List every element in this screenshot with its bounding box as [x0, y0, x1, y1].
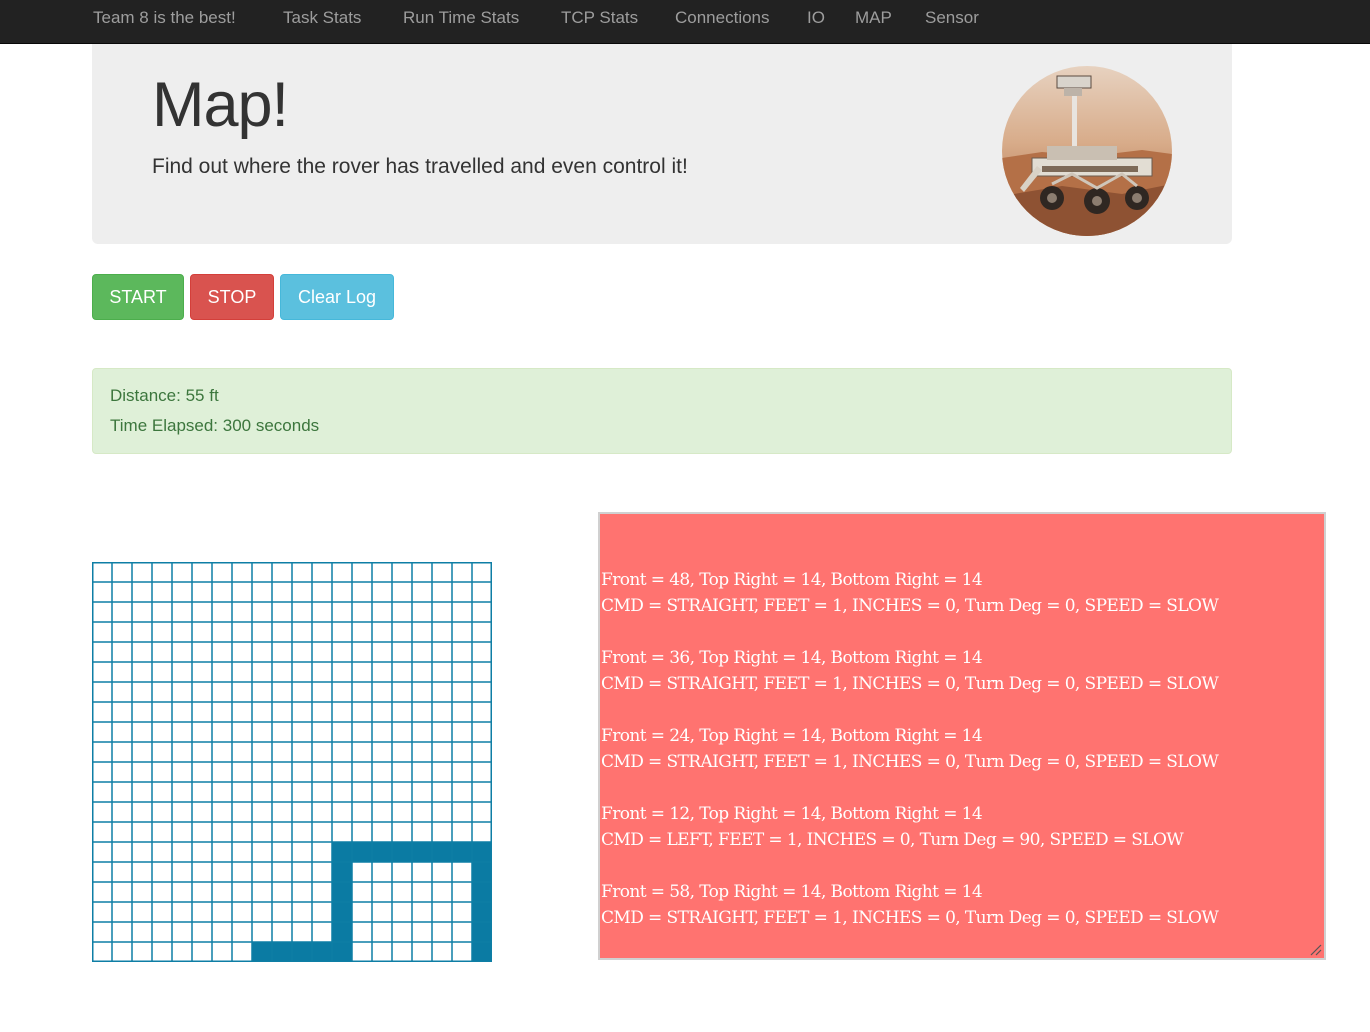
- nav-task-stats[interactable]: Task Stats: [283, 0, 361, 43]
- mars-rover-photo: [1002, 66, 1172, 236]
- log-line: CMD = STRAIGHT, FEET = 1, INCHES = 0, Tu…: [601, 596, 1219, 616]
- nav-run-time-stats[interactable]: Run Time Stats: [403, 0, 519, 43]
- rover-path-cell: [472, 862, 492, 882]
- nav-tcp-stats[interactable]: TCP Stats: [561, 0, 638, 43]
- resize-handle-icon[interactable]: [1308, 942, 1322, 956]
- rover-path-cell: [332, 922, 352, 942]
- rover-path-cell: [332, 842, 352, 862]
- page-subtitle: Find out where the rover has travelled a…: [152, 155, 688, 178]
- log-blank-line: [601, 775, 1324, 801]
- log-blank-line: [601, 853, 1324, 879]
- rover-path-cell: [332, 882, 352, 902]
- rover-path-cell: [472, 942, 492, 962]
- log-line: CMD = STRAIGHT, FEET = 1, INCHES = 0, Tu…: [601, 752, 1219, 772]
- distance-text: Distance: 55 ft: [110, 386, 219, 405]
- rover-map-grid: [92, 562, 492, 962]
- hero-banner: Map! Find out where the rover has travel…: [92, 44, 1232, 244]
- rover-path-cell: [252, 942, 272, 962]
- log-line: Front = 58, Top Right = 14, Bottom Right…: [601, 882, 983, 902]
- log-line: CMD = STRAIGHT, FEET = 1, INCHES = 0, Tu…: [601, 908, 1219, 928]
- rover-path-cell: [352, 842, 372, 862]
- rover-path-cell: [452, 842, 472, 862]
- sensor-log-textarea[interactable]: Front = 48, Top Right = 14, Bottom Right…: [598, 512, 1326, 960]
- nav-io[interactable]: IO: [807, 0, 825, 43]
- rover-path-cell: [332, 902, 352, 922]
- page-title: Map!: [152, 70, 289, 140]
- rover-path-cell: [372, 842, 392, 862]
- rover-path-cell: [332, 942, 352, 962]
- log-line: Front = 12, Top Right = 14, Bottom Right…: [601, 804, 983, 824]
- log-line: CMD = STRAIGHT, FEET = 1, INCHES = 0, Tu…: [601, 674, 1219, 694]
- log-line: Front = 36, Top Right = 14, Bottom Right…: [601, 648, 983, 668]
- nav-connections[interactable]: Connections: [675, 0, 770, 43]
- log-blank-line: [601, 619, 1324, 645]
- log-blank-line: [601, 697, 1324, 723]
- nav-brand[interactable]: Team 8 is the best!: [93, 0, 236, 43]
- rover-path-cell: [472, 922, 492, 942]
- stop-button[interactable]: STOP: [190, 274, 274, 320]
- clear-log-button[interactable]: Clear Log: [280, 274, 394, 320]
- top-navbar: Team 8 is the best! Task Stats Run Time …: [0, 0, 1370, 44]
- rover-path-cell: [292, 942, 312, 962]
- rover-path-cell: [472, 842, 492, 862]
- log-line: CMD = LEFT, FEET = 1, INCHES = 0, Turn D…: [601, 830, 1184, 850]
- log-line: Front = 48, Top Right = 14, Bottom Right…: [601, 570, 983, 590]
- status-alert: Distance: 55 ft Time Elapsed: 300 second…: [92, 368, 1232, 454]
- nav-sensor[interactable]: Sensor: [925, 0, 979, 43]
- rover-path-cell: [312, 942, 332, 962]
- rover-path-cell: [272, 942, 292, 962]
- time-elapsed-text: Time Elapsed: 300 seconds: [110, 416, 320, 435]
- rover-path-cell: [392, 842, 412, 862]
- rover-path-cell: [472, 902, 492, 922]
- start-button[interactable]: START: [92, 274, 184, 320]
- rover-path-cell: [472, 882, 492, 902]
- rover-path-cell: [432, 842, 452, 862]
- rover-path-cell: [412, 842, 432, 862]
- log-line: Front = 24, Top Right = 14, Bottom Right…: [601, 726, 983, 746]
- rover-path-cell: [332, 862, 352, 882]
- nav-map[interactable]: MAP: [855, 0, 892, 43]
